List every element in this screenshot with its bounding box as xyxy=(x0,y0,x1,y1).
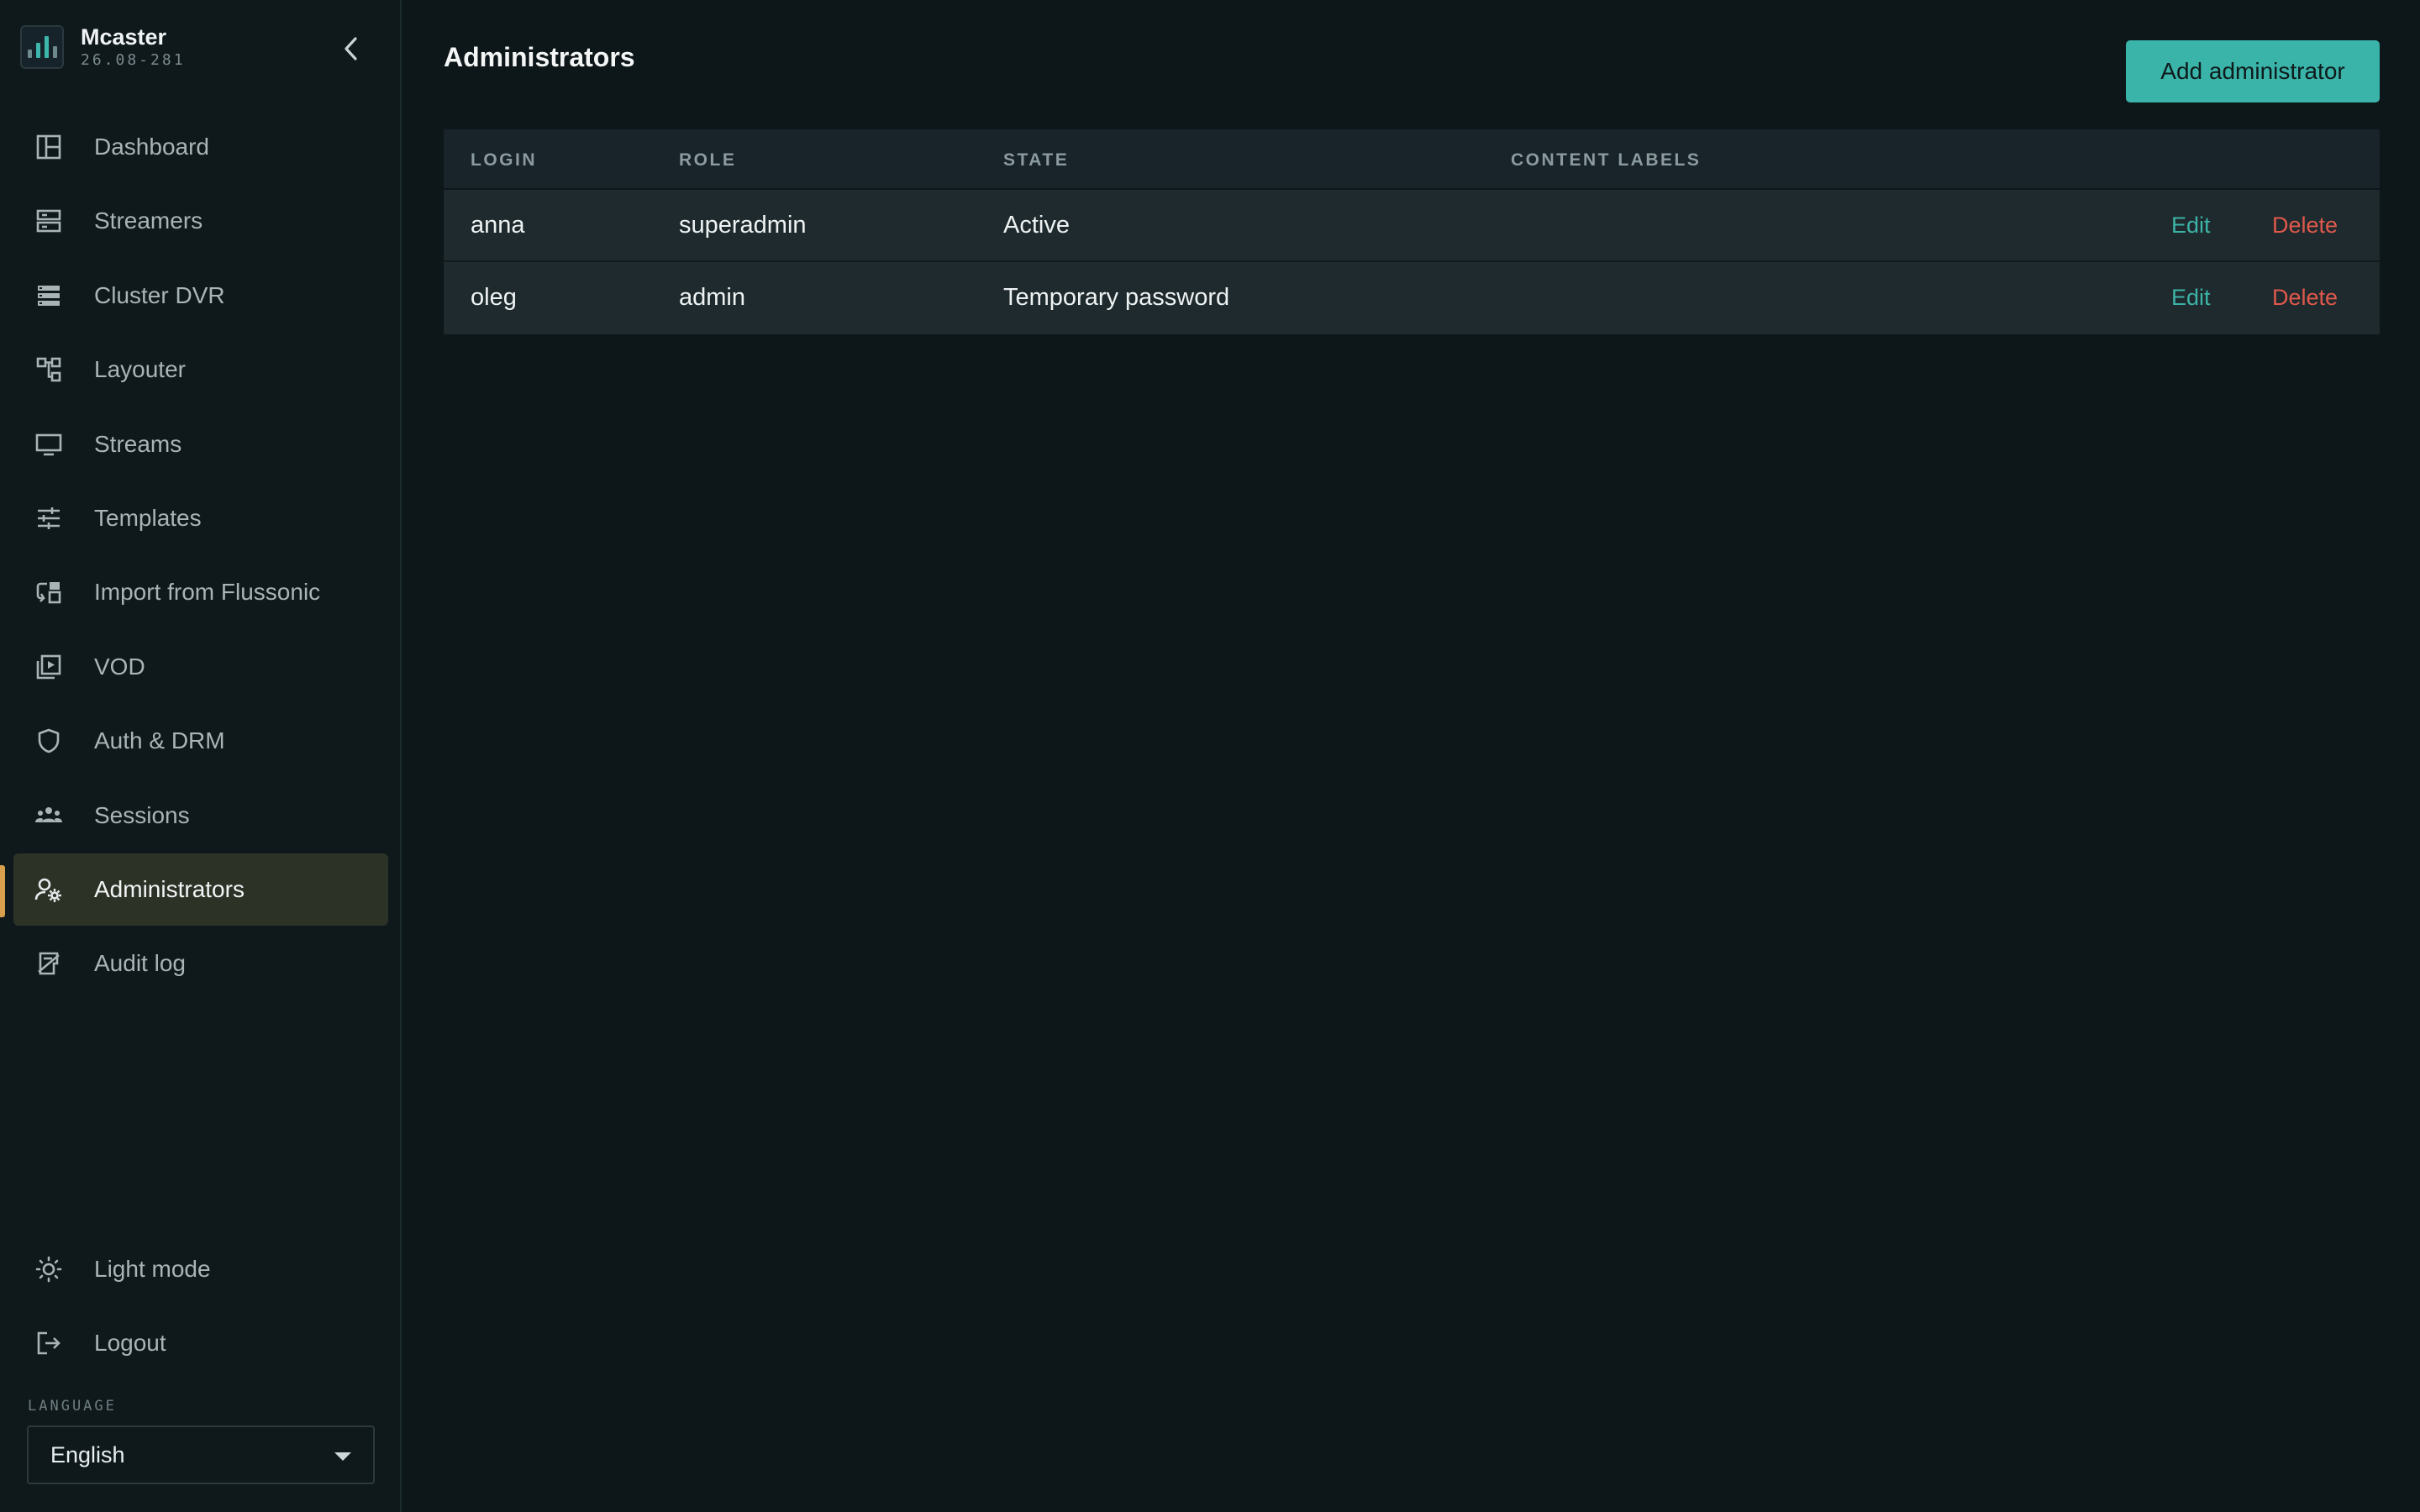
sidebar-item-administrators[interactable]: Administrators xyxy=(13,853,388,926)
sidebar-nav: Dashboard Streamers Cluster DVR Layouter… xyxy=(13,111,388,1002)
sidebar-item-label: Audit log xyxy=(94,950,186,977)
app-name: Mcaster xyxy=(81,24,167,50)
group-icon xyxy=(34,801,64,831)
sidebar-item-label: Administrators xyxy=(94,875,245,902)
audit-icon xyxy=(34,948,64,979)
sidebar-item-label: Light mode xyxy=(94,1256,211,1282)
sidebar-item-dashboard[interactable]: Dashboard xyxy=(13,111,388,183)
server-icon xyxy=(34,206,64,236)
app-version: 26.08-281 xyxy=(81,51,186,69)
language-select[interactable]: English xyxy=(27,1425,375,1484)
monitor-icon xyxy=(34,429,64,459)
delete-link[interactable]: Delete xyxy=(2272,213,2338,239)
column-header-state: STATE xyxy=(1003,150,1070,170)
user-gear-icon xyxy=(34,874,64,905)
sidebar-item-layouter[interactable]: Layouter xyxy=(13,333,388,406)
main-content: Administrators Add administrator LOGIN R… xyxy=(403,0,2420,1512)
language-label: LANGUAGE xyxy=(28,1398,117,1415)
administrators-table: LOGIN ROLE STATE CONTENT LABELS anna sup… xyxy=(444,129,2380,334)
sidebar-item-label: Cluster DVR xyxy=(94,281,225,308)
sidebar-item-label: Import from Flussonic xyxy=(94,579,321,606)
cell-state: Temporary password xyxy=(1003,284,1230,311)
sidebar-item-sessions[interactable]: Sessions xyxy=(13,780,388,852)
sidebar-item-templates[interactable]: Templates xyxy=(13,482,388,554)
edit-link[interactable]: Edit xyxy=(2171,213,2211,239)
logo-icon xyxy=(20,25,64,69)
sidebar-item-cluster-dvr[interactable]: Cluster DVR xyxy=(13,260,388,332)
delete-link[interactable]: Delete xyxy=(2272,285,2338,311)
video-library-icon xyxy=(34,652,64,682)
sidebar-item-label: Logout xyxy=(94,1330,166,1357)
cell-login: oleg xyxy=(471,284,517,311)
logout-icon xyxy=(34,1328,64,1358)
column-header-content-labels: CONTENT LABELS xyxy=(1511,150,1702,170)
sidebar-item-label: Streams xyxy=(94,430,182,457)
cell-state: Active xyxy=(1003,212,1070,239)
storage-stack-icon xyxy=(34,281,64,311)
sidebar-item-light-mode[interactable]: Light mode xyxy=(13,1233,388,1305)
sidebar-item-audit-log[interactable]: Audit log xyxy=(13,927,388,1000)
table-row: anna superadmin Active Edit Delete xyxy=(444,190,2380,262)
page-title: Administrators xyxy=(444,42,635,72)
cell-role: admin xyxy=(679,284,745,311)
hierarchy-icon xyxy=(34,354,64,385)
collapse-sidebar-button[interactable] xyxy=(334,30,368,67)
shield-icon xyxy=(34,726,64,756)
active-indicator xyxy=(0,865,5,917)
column-header-role: ROLE xyxy=(679,150,737,170)
dashboard-icon xyxy=(34,132,64,162)
sidebar-bottom-nav: Light mode Logout xyxy=(13,1233,388,1382)
import-icon xyxy=(34,577,64,607)
cell-login: anna xyxy=(471,212,525,239)
brand: Mcaster 26.08-281 xyxy=(20,24,186,71)
sidebar-item-logout[interactable]: Logout xyxy=(13,1307,388,1379)
sun-icon xyxy=(34,1254,64,1284)
caret-down-icon xyxy=(334,1452,351,1461)
edit-link[interactable]: Edit xyxy=(2171,285,2211,311)
sidebar: Mcaster 26.08-281 Dashboard Streamers Cl… xyxy=(0,0,402,1512)
column-header-login: LOGIN xyxy=(471,150,537,170)
sliders-icon xyxy=(34,503,64,533)
sidebar-item-label: Streamers xyxy=(94,207,203,234)
sidebar-item-auth-drm[interactable]: Auth & DRM xyxy=(13,705,388,777)
cell-role: superadmin xyxy=(679,212,807,239)
sidebar-item-import-from-flussonic[interactable]: Import from Flussonic xyxy=(13,556,388,628)
sidebar-item-label: Auth & DRM xyxy=(94,727,225,754)
chevron-left-icon xyxy=(343,36,360,61)
add-administrator-button[interactable]: Add administrator xyxy=(2126,40,2380,102)
table-row: oleg admin Temporary password Edit Delet… xyxy=(444,262,2380,334)
sidebar-item-label: Sessions xyxy=(94,801,190,828)
sidebar-item-streamers[interactable]: Streamers xyxy=(13,185,388,257)
sidebar-item-label: Layouter xyxy=(94,356,186,383)
language-selected-value: English xyxy=(50,1441,125,1467)
sidebar-item-label: Dashboard xyxy=(94,134,209,160)
sidebar-item-vod[interactable]: VOD xyxy=(13,631,388,703)
sidebar-item-streams[interactable]: Streams xyxy=(13,408,388,480)
sidebar-item-label: Templates xyxy=(94,504,202,531)
sidebar-item-label: VOD xyxy=(94,653,145,680)
table-header: LOGIN ROLE STATE CONTENT LABELS xyxy=(444,129,2380,190)
